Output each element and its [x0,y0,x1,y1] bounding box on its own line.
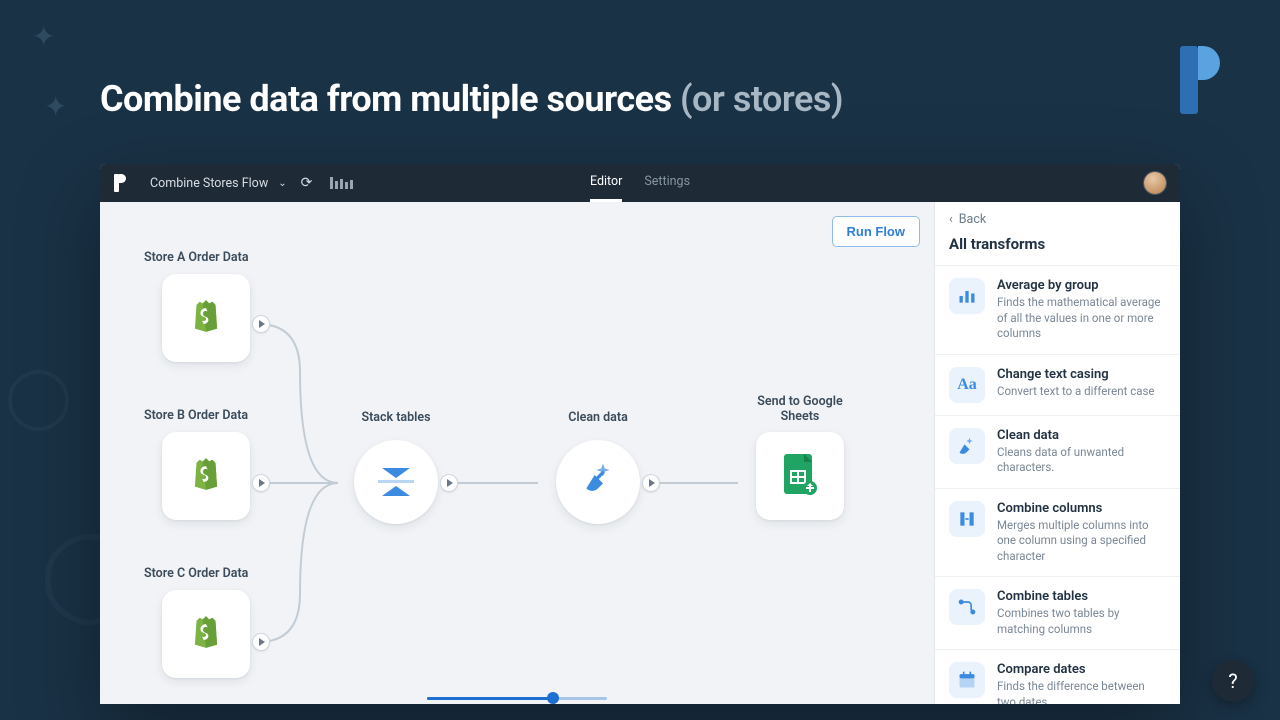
node-label-store-c: Store C Order Data [144,566,274,581]
refresh-icon[interactable]: ⟳ [301,175,313,191]
flow-selector[interactable]: Combine Stores Flow ⌄ [150,176,287,191]
flow-name-label: Combine Stores Flow [150,176,268,191]
node-port-clean-out[interactable] [642,474,660,492]
transform-name: Change text casing [997,367,1155,382]
history-bars-icon[interactable] [330,177,353,189]
text-casing-icon: Aa [949,367,985,403]
transform-change-text-casing[interactable]: Aa Change text casing Convert text to a … [935,354,1180,415]
chevron-left-icon: ‹ [949,212,953,227]
tab-editor[interactable]: Editor [590,164,622,202]
transform-desc: Convert text to a different case [997,384,1155,400]
combine-tables-icon [949,589,985,625]
tab-settings[interactable]: Settings [644,164,690,202]
zoom-slider[interactable] [427,697,607,700]
view-tabs: Editor Settings [590,164,690,202]
node-label-stack: Stack tables [344,410,448,425]
node-store-c[interactable] [162,590,250,678]
app-toolbar: Combine Stores Flow ⌄ ⟳ Editor Settings [100,164,1180,202]
help-button[interactable]: ? [1212,660,1254,702]
transform-desc: Merges multiple columns into one column … [997,518,1166,565]
transform-name: Clean data [997,428,1166,443]
transform-compare-dates[interactable]: Compare dates Finds the difference betwe… [935,649,1180,704]
page-title-sub: (or stores) [672,78,843,120]
node-store-b[interactable] [162,432,250,520]
transform-clean-data[interactable]: Clean data Cleans data of unwanted chara… [935,415,1180,488]
transform-name: Average by group [997,278,1166,293]
stack-tables-icon [378,464,414,500]
google-sheets-icon [782,452,818,500]
clean-data-icon [949,428,985,464]
node-port-stack-out[interactable] [440,474,458,492]
transform-name: Compare dates [997,662,1166,677]
node-stack-tables[interactable] [354,440,438,524]
node-label-send: Send to Google Sheets [740,394,860,424]
transforms-panel: ‹ Back All transforms Average by group F… [934,202,1180,704]
run-flow-button[interactable]: Run Flow [832,216,921,247]
shopify-icon [187,455,225,497]
transform-desc: Cleans data of unwanted characters. [997,445,1166,476]
average-icon [949,278,985,314]
node-port-store-b-out[interactable] [252,474,270,492]
transform-name: Combine tables [997,589,1166,604]
node-label-clean: Clean data [546,410,650,425]
node-send-google-sheets[interactable] [756,432,844,520]
back-label: Back [959,212,986,227]
transform-name: Combine columns [997,501,1166,516]
transform-desc: Combines two tables by matching columns [997,606,1166,637]
help-icon: ? [1228,669,1237,693]
node-store-a[interactable] [162,274,250,362]
transforms-list: Average by group Finds the mathematical … [935,265,1180,704]
user-avatar[interactable] [1144,172,1166,194]
shopify-icon [187,613,225,655]
page-title-main: Combine data from multiple sources [100,78,672,120]
panel-back-button[interactable]: ‹ Back [949,212,1166,227]
node-port-store-a-out[interactable] [252,315,270,333]
panel-title: All transforms [949,235,1166,253]
flow-canvas[interactable]: Run Flow Store A Order Data Store B Orde… [100,202,934,704]
work-area: Run Flow Store A Order Data Store B Orde… [100,202,1180,704]
page-title: Combine data from multiple sources (or s… [100,78,843,120]
chevron-down-icon: ⌄ [278,178,286,189]
node-clean-data[interactable] [556,440,640,524]
transform-desc: Finds the mathematical average of all th… [997,295,1166,342]
compare-dates-icon [949,662,985,698]
transform-combine-tables[interactable]: Combine tables Combines two tables by ma… [935,576,1180,649]
clean-data-icon [578,460,618,504]
app-logo-icon[interactable] [114,174,126,192]
transform-desc: Finds the difference between two dates [997,679,1166,704]
brand-logo [1180,46,1222,114]
node-port-store-c-out[interactable] [252,633,270,651]
shopify-icon [187,297,225,339]
node-label-store-b: Store B Order Data [144,408,274,423]
transform-combine-columns[interactable]: Combine columns Merges multiple columns … [935,488,1180,577]
combine-columns-icon [949,501,985,537]
transform-average-by-group[interactable]: Average by group Finds the mathematical … [935,265,1180,354]
node-label-store-a: Store A Order Data [144,250,274,265]
app-window: Combine Stores Flow ⌄ ⟳ Editor Settings … [100,164,1180,704]
